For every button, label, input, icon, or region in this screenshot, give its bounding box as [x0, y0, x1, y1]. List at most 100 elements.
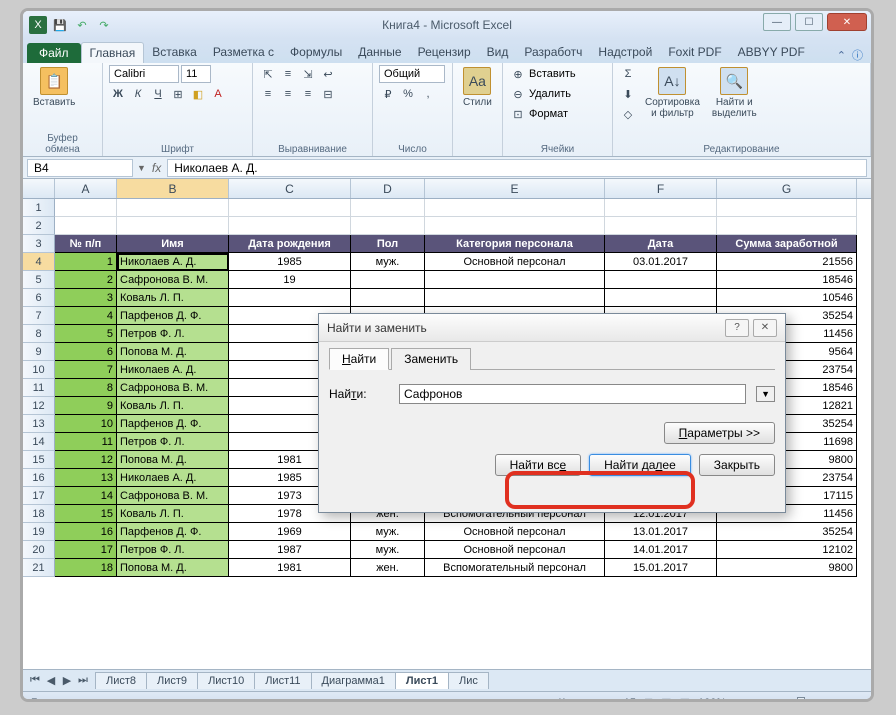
find-all-button[interactable]: Найти все: [495, 454, 582, 476]
dialog-close-button[interactable]: ✕: [753, 319, 777, 337]
data-cell[interactable]: 8: [55, 379, 117, 397]
data-cell[interactable]: 6: [55, 343, 117, 361]
zoom-out-icon[interactable]: −: [734, 697, 740, 700]
row-header[interactable]: 16: [23, 469, 55, 487]
row-header[interactable]: 8: [23, 325, 55, 343]
row-header[interactable]: 7: [23, 307, 55, 325]
row-header[interactable]: 4: [23, 253, 55, 271]
align-top-button[interactable]: ⇱: [259, 65, 277, 83]
find-dropdown-icon[interactable]: ▼: [756, 386, 775, 402]
data-cell[interactable]: Петров Ф. Л.: [117, 433, 229, 451]
data-cell[interactable]: 13.01.2017: [605, 523, 717, 541]
data-cell[interactable]: Парфенов Д. Ф.: [117, 415, 229, 433]
data-cell[interactable]: [351, 217, 425, 235]
row-header[interactable]: 19: [23, 523, 55, 541]
font-color-button[interactable]: A: [209, 85, 227, 103]
data-cell[interactable]: 10546: [717, 289, 857, 307]
sheet-nav-first-icon[interactable]: ⏮: [27, 674, 43, 687]
view-normal-icon[interactable]: ⊞: [644, 696, 653, 699]
insert-cells-button[interactable]: ⊕: [509, 65, 527, 83]
align-bottom-button[interactable]: ⇲: [299, 65, 317, 83]
data-cell[interactable]: Коваль Л. П.: [117, 505, 229, 523]
sheet-nav-next-icon[interactable]: ▶: [59, 674, 75, 687]
fx-icon[interactable]: fx: [152, 161, 161, 175]
data-cell[interactable]: [717, 217, 857, 235]
name-box-dropdown-icon[interactable]: ▼: [137, 163, 146, 173]
data-cell[interactable]: 1969: [229, 523, 351, 541]
data-cell[interactable]: 21556: [717, 253, 857, 271]
data-cell[interactable]: Сафронова В. М.: [117, 379, 229, 397]
redo-icon[interactable]: ↷: [95, 16, 113, 34]
data-cell[interactable]: [55, 199, 117, 217]
italic-button[interactable]: К: [129, 85, 147, 103]
sheet-nav-last-icon[interactable]: ⏭: [75, 674, 91, 687]
column-header-G[interactable]: G: [717, 179, 857, 198]
data-cell[interactable]: 18: [55, 559, 117, 577]
fill-button[interactable]: ⬇: [619, 85, 637, 103]
data-cell[interactable]: Парфенов Д. Ф.: [117, 523, 229, 541]
wrap-text-button[interactable]: ↩: [319, 65, 337, 83]
ribbon-tab-3[interactable]: Формулы: [282, 42, 350, 63]
data-cell[interactable]: Петров Ф. Л.: [117, 325, 229, 343]
data-cell[interactable]: Николаев А. Д.: [117, 361, 229, 379]
data-cell[interactable]: 15: [55, 505, 117, 523]
data-cell[interactable]: 9: [55, 397, 117, 415]
data-cell[interactable]: [351, 271, 425, 289]
align-left-button[interactable]: ≡: [259, 85, 277, 103]
data-cell[interactable]: Сафронова В. М.: [117, 271, 229, 289]
data-cell[interactable]: 18546: [717, 271, 857, 289]
maximize-button[interactable]: ☐: [795, 13, 823, 31]
data-cell[interactable]: 2: [55, 271, 117, 289]
column-header-C[interactable]: C: [229, 179, 351, 198]
data-cell[interactable]: [55, 217, 117, 235]
undo-icon[interactable]: ↶: [73, 16, 91, 34]
header-cell[interactable]: Пол: [351, 235, 425, 253]
row-header[interactable]: 20: [23, 541, 55, 559]
data-cell[interactable]: 1: [55, 253, 117, 271]
data-cell[interactable]: [351, 289, 425, 307]
data-cell[interactable]: 7: [55, 361, 117, 379]
data-cell[interactable]: 35254: [717, 523, 857, 541]
font-size-combo[interactable]: [181, 65, 211, 83]
sheet-tab[interactable]: Лист10: [197, 672, 255, 689]
dialog-close-footer-button[interactable]: Закрыть: [699, 454, 775, 476]
row-header[interactable]: 12: [23, 397, 55, 415]
ribbon-tab-7[interactable]: Разработч: [516, 42, 590, 63]
data-cell[interactable]: 1981: [229, 559, 351, 577]
data-cell[interactable]: Петров Ф. Л.: [117, 541, 229, 559]
data-cell[interactable]: 14.01.2017: [605, 541, 717, 559]
column-header-D[interactable]: D: [351, 179, 425, 198]
ribbon-tab-5[interactable]: Рецензир: [410, 42, 479, 63]
sheet-tab[interactable]: Диаграмма1: [311, 672, 396, 689]
dialog-tab-replace[interactable]: Заменить: [391, 348, 471, 370]
data-cell[interactable]: муж.: [351, 523, 425, 541]
font-name-combo[interactable]: [109, 65, 179, 83]
data-cell[interactable]: [229, 217, 351, 235]
dialog-tab-find[interactable]: Найти: [329, 348, 389, 370]
column-header-A[interactable]: A: [55, 179, 117, 198]
row-header[interactable]: 6: [23, 289, 55, 307]
sheet-tab[interactable]: Лист8: [95, 672, 147, 689]
data-cell[interactable]: 5: [55, 325, 117, 343]
header-cell[interactable]: Дата: [605, 235, 717, 253]
data-cell[interactable]: [605, 217, 717, 235]
autosum-button[interactable]: Σ: [619, 65, 637, 83]
data-cell[interactable]: 13: [55, 469, 117, 487]
data-cell[interactable]: 12102: [717, 541, 857, 559]
data-cell[interactable]: 9800: [717, 559, 857, 577]
underline-button[interactable]: Ч: [149, 85, 167, 103]
find-next-button[interactable]: Найти далее: [589, 454, 691, 476]
data-cell[interactable]: 1985: [229, 253, 351, 271]
ribbon-tab-10[interactable]: ABBYY PDF: [730, 42, 813, 63]
data-cell[interactable]: [425, 217, 605, 235]
bold-button[interactable]: Ж: [109, 85, 127, 103]
border-button[interactable]: ⊞: [169, 85, 187, 103]
find-select-button[interactable]: 🔍 Найти и выделить: [708, 65, 761, 121]
row-header[interactable]: 1: [23, 199, 55, 217]
data-cell[interactable]: 3: [55, 289, 117, 307]
header-cell[interactable]: Дата рождения: [229, 235, 351, 253]
row-header[interactable]: 3: [23, 235, 55, 253]
data-cell[interactable]: [425, 199, 605, 217]
row-header[interactable]: 2: [23, 217, 55, 235]
data-cell[interactable]: 10: [55, 415, 117, 433]
